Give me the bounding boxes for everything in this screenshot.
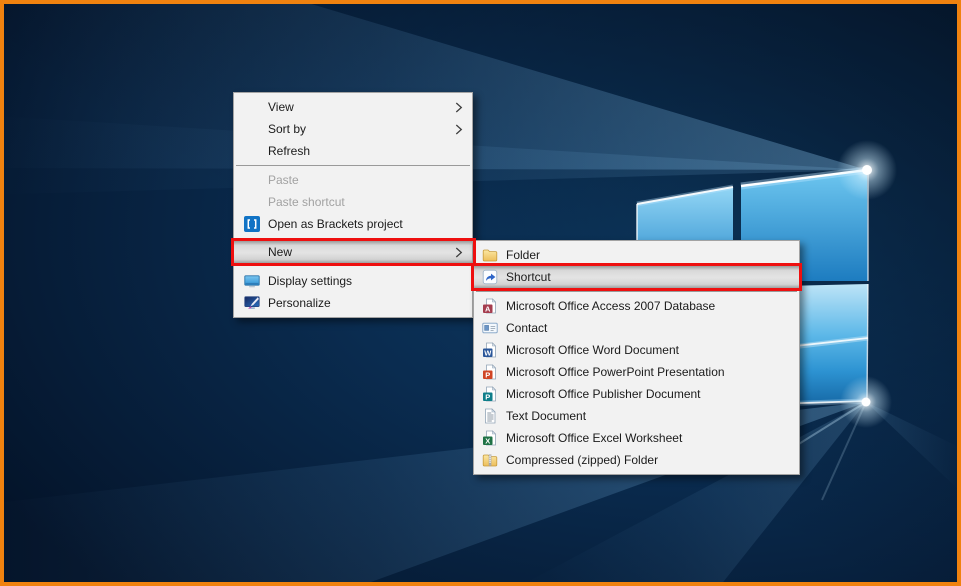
menu-item-refresh[interactable]: Refresh [234,140,472,162]
contact-icon [482,320,498,336]
menu-separator [236,165,470,166]
chevron-right-icon [455,124,463,135]
menu-item-label: Personalize [268,296,331,310]
menu-item-paste: Paste [234,169,472,191]
menu-item-label: Open as Brackets project [268,217,403,231]
desktop-context-menu: View Sort by Refresh Paste Paste shortcu… [233,92,473,318]
submenu-item-label: Compressed (zipped) Folder [506,453,659,467]
highlight-box-new [231,238,476,266]
icon-placeholder [244,143,260,159]
submenu-item-compressed-folder[interactable]: Compressed (zipped) Folder [474,449,799,471]
icon-placeholder [244,121,260,137]
submenu-separator [476,291,797,292]
submenu-item-text-document[interactable]: Text Document [474,405,799,427]
menu-item-display-settings[interactable]: Display settings [234,270,472,292]
powerpoint-icon: P [482,364,498,380]
excel-icon: X [482,430,498,446]
svg-text:X: X [485,436,490,445]
submenu-item-excel-worksheet[interactable]: X Microsoft Office Excel Worksheet [474,427,799,449]
icon-placeholder [244,194,260,210]
folder-icon [482,247,498,263]
submenu-item-label: Text Document [506,409,587,423]
word-icon: W [482,342,498,358]
svg-text:P: P [485,370,490,379]
submenu-item-label: Microsoft Office PowerPoint Presentation [506,365,725,379]
menu-item-open-as-brackets-project[interactable]: Open as Brackets project [234,213,472,235]
menu-item-label: Paste shortcut [268,195,345,209]
submenu-item-label: Folder [506,248,541,262]
zip-folder-icon [482,452,498,468]
menu-item-label: Refresh [268,144,311,158]
svg-text:W: W [484,348,492,357]
svg-text:A: A [485,304,491,313]
publisher-icon: P [482,386,498,402]
submenu-item-label: Microsoft Office Word Document [506,343,679,357]
submenu-item-label: Microsoft Office Publisher Document [506,387,701,401]
highlight-box-shortcut [471,263,802,291]
svg-text:P: P [485,392,490,401]
desktop: View Sort by Refresh Paste Paste shortcu… [0,0,961,586]
submenu-item-label: Microsoft Office Excel Worksheet [506,431,683,445]
submenu-item-label: Microsoft Office Access 2007 Database [506,299,716,313]
menu-item-sort-by[interactable]: Sort by [234,118,472,140]
menu-item-label: Paste [268,173,299,187]
menu-item-label: Display settings [268,274,353,288]
submenu-item-access-database[interactable]: A Microsoft Office Access 2007 Database [474,295,799,317]
icon-placeholder [244,172,260,188]
menu-item-personalize[interactable]: Personalize [234,292,472,314]
submenu-item-publisher-document[interactable]: P Microsoft Office Publisher Document [474,383,799,405]
menu-item-label: View [268,100,294,114]
submenu-item-word-document[interactable]: W Microsoft Office Word Document [474,339,799,361]
display-icon [244,273,260,289]
chevron-right-icon [455,102,463,113]
submenu-item-powerpoint-presentation[interactable]: P Microsoft Office PowerPoint Presentati… [474,361,799,383]
submenu-item-label: Contact [506,321,548,335]
icon-placeholder [244,99,260,115]
menu-item-paste-shortcut: Paste shortcut [234,191,472,213]
text-document-icon [482,408,498,424]
menu-item-view[interactable]: View [234,96,472,118]
menu-item-label: Sort by [268,122,307,136]
brackets-icon [244,216,260,232]
access-icon: A [482,298,498,314]
personalize-icon [244,295,260,311]
submenu-item-contact[interactable]: Contact [474,317,799,339]
